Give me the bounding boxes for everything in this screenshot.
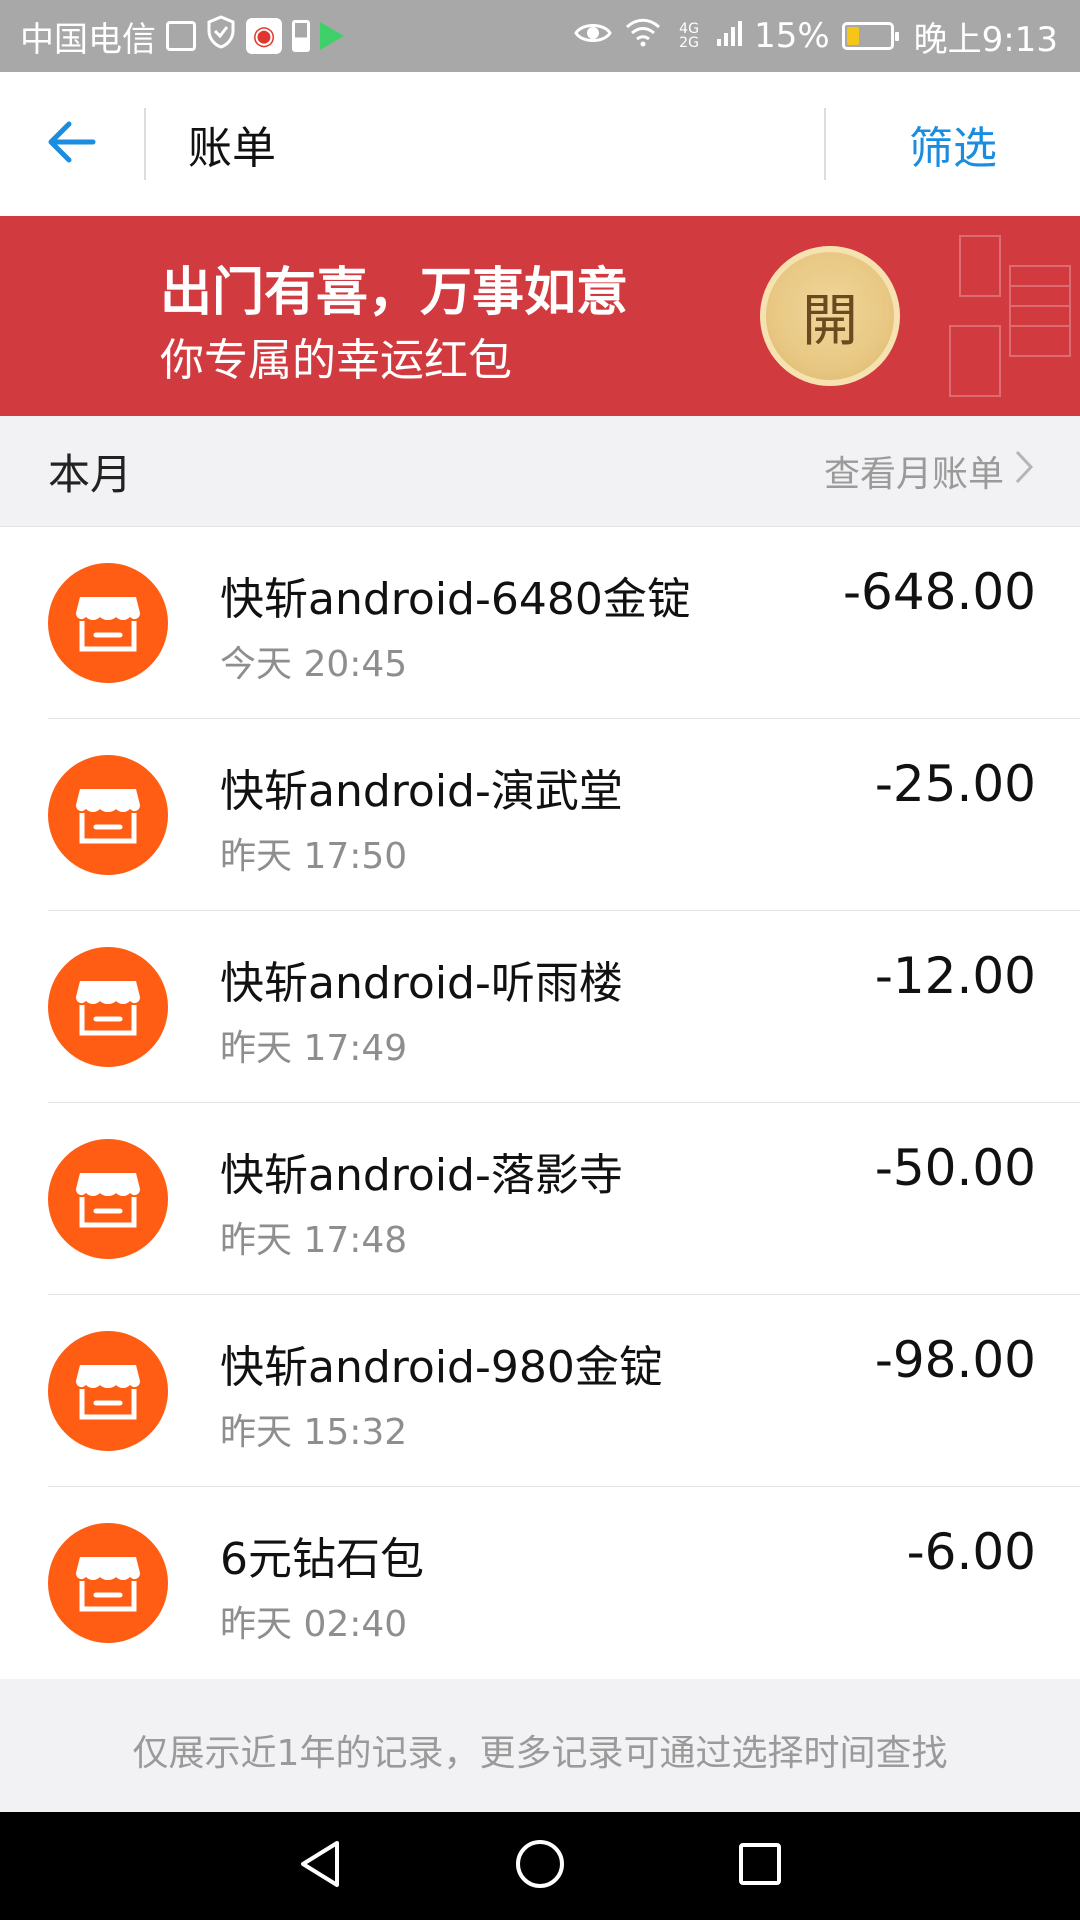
- transaction-row[interactable]: 快斩android-听雨楼 昨天 17:49 -12.00: [0, 911, 1080, 1103]
- building-decoration-icon: [949, 235, 1071, 397]
- shield-icon: [206, 14, 236, 58]
- battery-icon: [841, 22, 899, 50]
- history-note: 仅展示近1年的记录，更多记录可通过选择时间查找: [132, 1733, 948, 1774]
- shop-icon: [48, 755, 168, 875]
- transaction-amount: -12.00: [874, 947, 1036, 1005]
- weibo-icon: ◉: [246, 18, 282, 54]
- shop-icon: [48, 1331, 168, 1451]
- battery-percent: 15%: [754, 16, 830, 56]
- header-divider: [144, 108, 146, 180]
- shop-icon: [48, 1139, 168, 1259]
- shop-icon: [48, 563, 168, 683]
- transaction-row[interactable]: 快斩android-落影寺 昨天 17:48 -50.00: [0, 1103, 1080, 1295]
- transaction-row[interactable]: 快斩android-演武堂 昨天 17:50 -25.00: [0, 719, 1080, 911]
- promo-banner[interactable]: 出门有喜，万事如意 你专属的幸运红包 開: [0, 216, 1080, 416]
- transaction-title: 快斩android-6480金锭: [220, 574, 691, 625]
- nav-recents-button[interactable]: [725, 1831, 795, 1901]
- clock: 晚上9:13: [913, 19, 1058, 60]
- transaction-list: 快斩android-6480金锭 今天 20:45 -648.00 快斩andr…: [0, 527, 1080, 1679]
- transaction-time: 昨天 17:49: [220, 1028, 408, 1069]
- nav-back-button[interactable]: [285, 1831, 355, 1901]
- transaction-row[interactable]: 6元钻石包 昨天 02:40 -6.00: [0, 1487, 1080, 1679]
- transaction-time: 昨天 17:48: [220, 1220, 408, 1261]
- play-icon: [320, 22, 344, 50]
- recents-square-icon: [737, 1841, 783, 1891]
- status-bar: 中国电信 ◉ 4G 2G 15% 晚上9:13: [0, 0, 1080, 72]
- page-title: 账单: [188, 123, 276, 174]
- section-header: 本月 查看月账单: [0, 416, 1080, 527]
- banner-title: 出门有喜，万事如意: [160, 263, 629, 323]
- transaction-time: 昨天 15:32: [220, 1412, 408, 1453]
- transaction-time: 昨天 02:40: [220, 1604, 408, 1645]
- transaction-row[interactable]: 快斩android-980金锭 昨天 15:32 -98.00: [0, 1295, 1080, 1487]
- coin-label: 開: [802, 288, 858, 354]
- signal-bars-icon: [716, 16, 743, 56]
- transaction-title: 6元钻石包: [220, 1534, 424, 1585]
- transaction-title: 快斩android-听雨楼: [220, 958, 623, 1009]
- wifi-icon: [624, 16, 662, 56]
- transaction-amount: -6.00: [906, 1523, 1036, 1581]
- signal-icon: 4G 2G: [674, 22, 704, 50]
- filter-button[interactable]: 筛选: [826, 72, 1080, 216]
- app-header: 账单 筛选: [0, 72, 1080, 216]
- home-circle-icon: [514, 1838, 566, 1894]
- sim-icon: [166, 21, 196, 51]
- transaction-amount: -50.00: [874, 1139, 1036, 1197]
- transaction-time: 昨天 17:50: [220, 836, 408, 877]
- arrow-left-icon: [47, 120, 97, 168]
- month-link-label: 查看月账单: [823, 454, 1004, 495]
- transaction-title: 快斩android-演武堂: [220, 766, 623, 817]
- transaction-amount: -25.00: [874, 755, 1036, 813]
- eye-icon: [574, 16, 612, 56]
- back-button[interactable]: [0, 72, 144, 216]
- network-label: 4G 2G: [679, 21, 699, 51]
- chevron-right-icon: [1014, 449, 1034, 494]
- transaction-time: 今天 20:45: [220, 644, 408, 685]
- transaction-title: 快斩android-980金锭: [220, 1342, 663, 1393]
- transaction-amount: -98.00: [874, 1331, 1036, 1389]
- battery-alert-icon: [292, 20, 310, 52]
- section-title: 本月: [48, 449, 133, 499]
- open-red-packet-button[interactable]: 開: [760, 246, 900, 386]
- banner-subtitle: 你专属的幸运红包: [160, 335, 512, 386]
- back-triangle-icon: [297, 1839, 343, 1893]
- system-nav-bar: [0, 1812, 1080, 1920]
- transaction-title: 快斩android-落影寺: [220, 1150, 623, 1201]
- view-monthly-bill-link[interactable]: 查看月账单: [824, 445, 1034, 497]
- transaction-row[interactable]: 快斩android-6480金锭 今天 20:45 -648.00: [0, 527, 1080, 719]
- transaction-amount: -648.00: [843, 563, 1036, 621]
- shop-icon: [48, 947, 168, 1067]
- carrier-label: 中国电信: [20, 19, 156, 60]
- nav-home-button[interactable]: [505, 1831, 575, 1901]
- shop-icon: [48, 1523, 168, 1643]
